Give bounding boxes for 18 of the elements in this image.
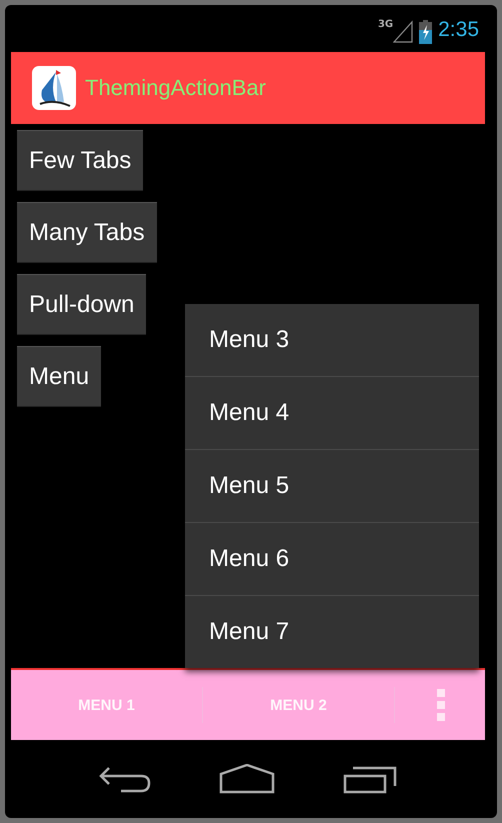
menu-item[interactable]: Menu 7 bbox=[185, 596, 479, 668]
signal-icon bbox=[393, 20, 414, 44]
network-label: 3G bbox=[378, 19, 394, 30]
action-button[interactable]: Few Tabs bbox=[17, 130, 144, 190]
action-button[interactable]: Pull-down bbox=[17, 274, 146, 334]
menu-item[interactable]: Menu 6 bbox=[185, 523, 479, 596]
menu-item[interactable]: Menu 5 bbox=[185, 450, 479, 523]
back-icon[interactable] bbox=[99, 764, 151, 794]
action-button[interactable]: Menu bbox=[17, 346, 102, 406]
sailboat-icon[interactable] bbox=[32, 66, 76, 110]
battery-icon bbox=[419, 20, 432, 44]
app-title: ThemingActionBar bbox=[85, 75, 266, 101]
menu-item[interactable]: Menu 4 bbox=[185, 377, 479, 450]
home-icon[interactable] bbox=[219, 764, 275, 794]
clock: 2:35 bbox=[438, 18, 479, 42]
menu-item[interactable]: Menu 3 bbox=[185, 304, 479, 377]
recent-apps-icon[interactable] bbox=[343, 764, 397, 794]
action-button[interactable]: Many Tabs bbox=[17, 202, 157, 262]
